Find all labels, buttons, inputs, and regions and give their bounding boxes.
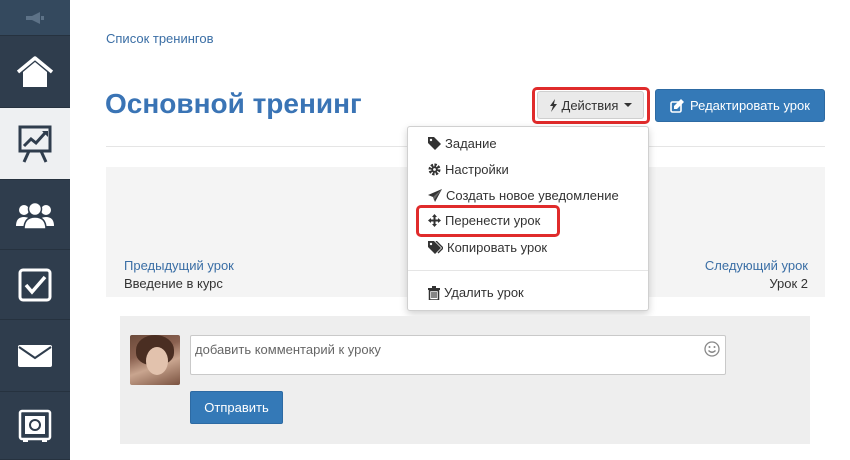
gear-icon bbox=[428, 163, 441, 176]
sidebar-item-home[interactable] bbox=[0, 36, 70, 108]
menu-item-label: Настройки bbox=[445, 162, 509, 177]
edit-lesson-label: Редактировать урок bbox=[690, 98, 810, 113]
actions-button-label: Действия bbox=[561, 97, 619, 113]
menu-item-label: Задание bbox=[445, 136, 497, 151]
sidebar-item-tasks[interactable] bbox=[0, 250, 70, 320]
smile-icon[interactable] bbox=[704, 341, 720, 357]
menu-item-new-notification[interactable]: Создать новое уведомление bbox=[428, 188, 619, 203]
checkbox-icon bbox=[18, 268, 52, 301]
avatar bbox=[130, 335, 180, 385]
edit-lesson-button[interactable]: Редактировать урок bbox=[655, 89, 825, 122]
menu-item-label: Создать новое уведомление bbox=[446, 188, 619, 203]
safe-icon bbox=[18, 409, 52, 442]
menu-divider bbox=[408, 270, 648, 271]
menu-item-task[interactable]: Задание bbox=[428, 136, 497, 151]
send-comment-button[interactable]: Отправить bbox=[190, 391, 283, 424]
home-icon bbox=[16, 55, 54, 87]
menu-item-label: Удалить урок bbox=[444, 285, 524, 300]
move-lesson-highlight-frame bbox=[416, 205, 560, 237]
trash-icon bbox=[428, 285, 440, 300]
caret-down-icon bbox=[624, 103, 633, 107]
sidebar-item-announcements[interactable] bbox=[0, 0, 70, 36]
actions-button[interactable]: Действия bbox=[537, 91, 644, 119]
sidebar-item-safe[interactable] bbox=[0, 392, 70, 460]
tag-icon bbox=[428, 137, 441, 150]
envelope-icon bbox=[18, 344, 52, 367]
presentation-chart-icon bbox=[18, 125, 52, 163]
menu-item-settings[interactable]: Настройки bbox=[428, 162, 509, 177]
prev-lesson-title: Введение в курс bbox=[124, 276, 223, 291]
menu-item-label: Копировать урок bbox=[447, 240, 548, 255]
tags-icon bbox=[428, 241, 443, 254]
sidebar-item-messages[interactable] bbox=[0, 320, 70, 392]
comment-input[interactable] bbox=[190, 335, 726, 375]
sidebar-item-trainings[interactable] bbox=[0, 108, 70, 180]
bolt-icon bbox=[549, 98, 557, 112]
sidebar bbox=[0, 0, 70, 460]
paper-plane-icon bbox=[428, 189, 442, 202]
sidebar-item-users[interactable] bbox=[0, 180, 70, 250]
prev-lesson-link[interactable]: Предыдущий урок bbox=[124, 258, 234, 273]
megaphone-icon bbox=[26, 11, 44, 24]
users-icon bbox=[16, 201, 54, 230]
menu-item-copy-lesson[interactable]: Копировать урок bbox=[428, 240, 547, 255]
breadcrumb-trainings-list[interactable]: Список тренингов bbox=[106, 31, 214, 46]
next-lesson-title: Урок 2 bbox=[769, 276, 808, 291]
next-lesson-link[interactable]: Следующий урок bbox=[705, 258, 808, 273]
menu-item-delete-lesson[interactable]: Удалить урок bbox=[428, 285, 524, 300]
page-title: Основной тренинг bbox=[105, 88, 362, 119]
edit-icon bbox=[670, 98, 685, 113]
